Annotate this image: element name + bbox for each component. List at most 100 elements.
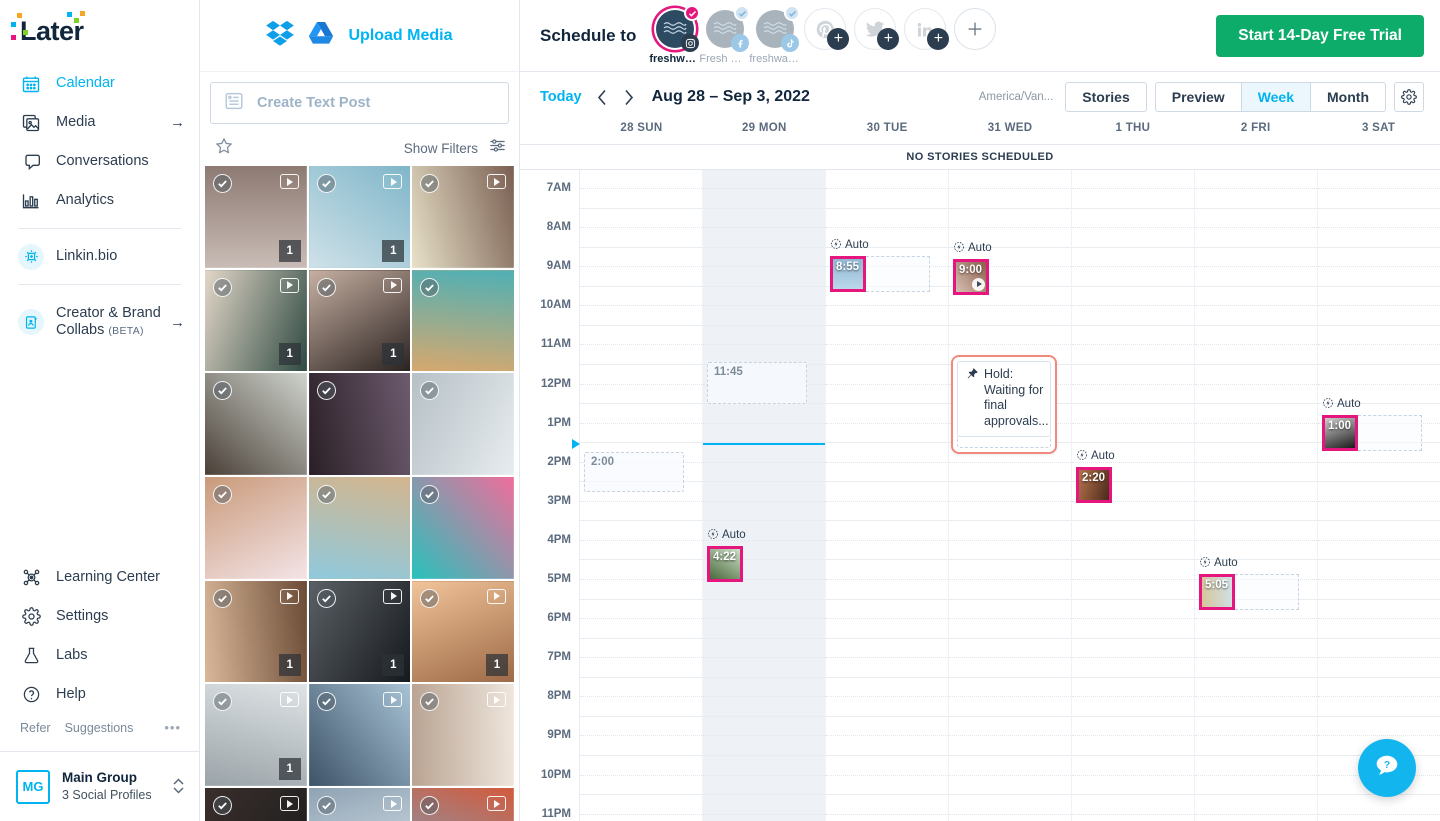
media-select-checkbox[interactable]: [213, 485, 232, 505]
media-thumbnail[interactable]: 1: [412, 580, 514, 683]
chevron-left-icon[interactable]: [590, 84, 616, 110]
tab-month[interactable]: Month: [1311, 82, 1386, 112]
sidebar-item-calendar[interactable]: Calendar: [0, 64, 199, 103]
add-linkedin-profile-button[interactable]: +: [902, 8, 950, 50]
post-thumbnail[interactable]: 9:00: [953, 258, 989, 295]
scheduled-post[interactable]: Auto 5:05: [1199, 556, 1299, 610]
media-select-checkbox[interactable]: [316, 796, 336, 816]
calendar-day-column-0[interactable]: 2:00: [580, 170, 703, 821]
sidebar-item-settings[interactable]: Settings: [0, 597, 199, 636]
media-thumbnail[interactable]: 1: [308, 166, 411, 268]
scheduled-post[interactable]: Auto 4:22: [707, 528, 807, 582]
start-free-trial-button[interactable]: Start 14-Day Free Trial: [1216, 14, 1424, 57]
post-thumbnail[interactable]: 2:20: [1076, 466, 1112, 503]
media-thumbnail[interactable]: [308, 788, 411, 821]
help-fab-button[interactable]: ?: [1358, 739, 1416, 797]
calendar-note[interactable]: Hold: Waiting for final approvals...: [951, 355, 1057, 454]
post-thumbnail[interactable]: 4:22: [707, 545, 743, 582]
media-thumbnail[interactable]: 1: [205, 269, 307, 372]
calendar-day-column-6[interactable]: Auto 1:00: [1318, 170, 1440, 821]
sliders-icon[interactable]: [488, 136, 507, 160]
add-twitter-profile-button[interactable]: +: [852, 8, 900, 50]
calendar-day-column-5[interactable]: Auto 5:05: [1195, 170, 1318, 821]
media-select-checkbox[interactable]: [213, 174, 232, 193]
post-thumbnail[interactable]: 8:55: [830, 255, 866, 292]
add-pinterest-profile-button[interactable]: +: [802, 8, 850, 50]
media-thumbnail[interactable]: [412, 684, 514, 787]
star-icon[interactable]: [214, 136, 234, 161]
post-thumbnail[interactable]: 5:05: [1199, 573, 1235, 610]
show-filters-button[interactable]: Show Filters: [404, 141, 478, 156]
today-button[interactable]: Today: [540, 89, 582, 105]
media-select-checkbox[interactable]: [213, 588, 232, 608]
sidebar-item-labs[interactable]: Labs: [0, 636, 199, 675]
create-text-post-input[interactable]: Create Text Post: [210, 82, 509, 124]
media-thumbnail[interactable]: 1: [308, 580, 411, 683]
media-select-checkbox[interactable]: [316, 174, 336, 193]
media-thumbnail[interactable]: [412, 373, 514, 476]
calendar-day-column-3[interactable]: Auto 9:00 Hold: Waiting for final approval…: [949, 170, 1072, 821]
chevron-updown-icon[interactable]: [172, 775, 185, 798]
logo[interactable]: Later: [0, 0, 199, 56]
media-thumbnail[interactable]: [205, 477, 307, 579]
sidebar-item-learning-center[interactable]: Learning Center: [0, 558, 199, 597]
dropbox-icon[interactable]: [266, 20, 295, 51]
social-profile-facebook[interactable]: Fresh Wa...: [699, 5, 751, 65]
calendar-day-column-2[interactable]: Auto 8:55: [826, 170, 949, 821]
sidebar-item-collabs[interactable]: Creator & Brand Collabs (BETA) →: [0, 293, 199, 351]
media-select-checkbox[interactable]: [316, 277, 336, 297]
empty-time-slot[interactable]: 11:45: [707, 362, 807, 404]
media-thumbnail[interactable]: [308, 684, 411, 787]
stories-view-button[interactable]: Stories: [1065, 82, 1147, 112]
post-thumbnail[interactable]: 1:00: [1322, 414, 1358, 451]
media-select-checkbox[interactable]: [213, 796, 232, 816]
media-thumbnail[interactable]: [412, 269, 514, 372]
sidebar-item-linkinbio[interactable]: Linkin.bio: [0, 237, 199, 276]
media-thumbnail[interactable]: [412, 166, 514, 268]
media-thumbnail[interactable]: 1: [308, 269, 411, 372]
media-select-checkbox[interactable]: [316, 692, 336, 712]
refer-link[interactable]: Refer: [20, 721, 51, 735]
media-select-checkbox[interactable]: [213, 277, 232, 297]
scheduled-post[interactable]: Auto 8:55: [830, 238, 930, 292]
media-thumbnail[interactable]: [412, 788, 514, 821]
scheduled-post[interactable]: Auto 1:00: [1322, 397, 1422, 451]
tab-preview[interactable]: Preview: [1154, 82, 1242, 112]
media-thumbnail[interactable]: 1: [205, 166, 307, 268]
scheduled-post[interactable]: Auto 9:00: [953, 241, 1053, 295]
calendar-settings-gear-icon[interactable]: [1394, 82, 1424, 112]
media-select-checkbox[interactable]: [316, 588, 336, 608]
post-slot-tail[interactable]: [1235, 573, 1299, 610]
media-thumbnail[interactable]: 1: [205, 580, 307, 683]
social-profile-instagram[interactable]: freshwav...: [649, 5, 701, 65]
post-slot-tail[interactable]: [866, 255, 930, 292]
sidebar-item-media[interactable]: Media →: [0, 103, 199, 142]
media-thumbnail[interactable]: 1: [205, 684, 307, 787]
chevron-right-icon[interactable]: [616, 84, 642, 110]
calendar-day-column-4[interactable]: Auto 2:20: [1072, 170, 1195, 821]
calendar-day-column-1[interactable]: 11:45 Auto 4:22: [703, 170, 826, 821]
sidebar-item-analytics[interactable]: Analytics: [0, 181, 199, 220]
upload-media-button[interactable]: Upload Media: [348, 27, 452, 45]
social-profile-tiktok[interactable]: freshwav...: [749, 5, 801, 65]
media-select-checkbox[interactable]: [316, 381, 336, 401]
media-thumbnail[interactable]: [308, 477, 411, 579]
sidebar-item-help[interactable]: Help: [0, 675, 199, 714]
suggestions-link[interactable]: Suggestions: [65, 721, 134, 735]
scheduled-post[interactable]: Auto 2:20: [1076, 449, 1176, 503]
media-select-checkbox[interactable]: [420, 588, 440, 608]
media-thumbnail[interactable]: [205, 373, 307, 476]
post-slot-tail[interactable]: [1358, 414, 1422, 451]
account-switcher[interactable]: MG Main Group 3 Social Profiles: [0, 751, 199, 821]
media-thumbnail[interactable]: [308, 373, 411, 476]
add-social-profile-button[interactable]: [952, 8, 998, 50]
sidebar-item-conversations[interactable]: Conversations: [0, 142, 199, 181]
more-options-icon[interactable]: •••: [164, 720, 181, 735]
media-select-checkbox[interactable]: [420, 277, 440, 297]
google-drive-icon[interactable]: [308, 20, 334, 51]
tab-week[interactable]: Week: [1241, 82, 1312, 112]
empty-time-slot[interactable]: 2:00: [584, 452, 684, 492]
media-select-checkbox[interactable]: [316, 485, 336, 505]
media-thumbnail[interactable]: [412, 477, 514, 579]
media-thumbnail[interactable]: [205, 788, 307, 821]
